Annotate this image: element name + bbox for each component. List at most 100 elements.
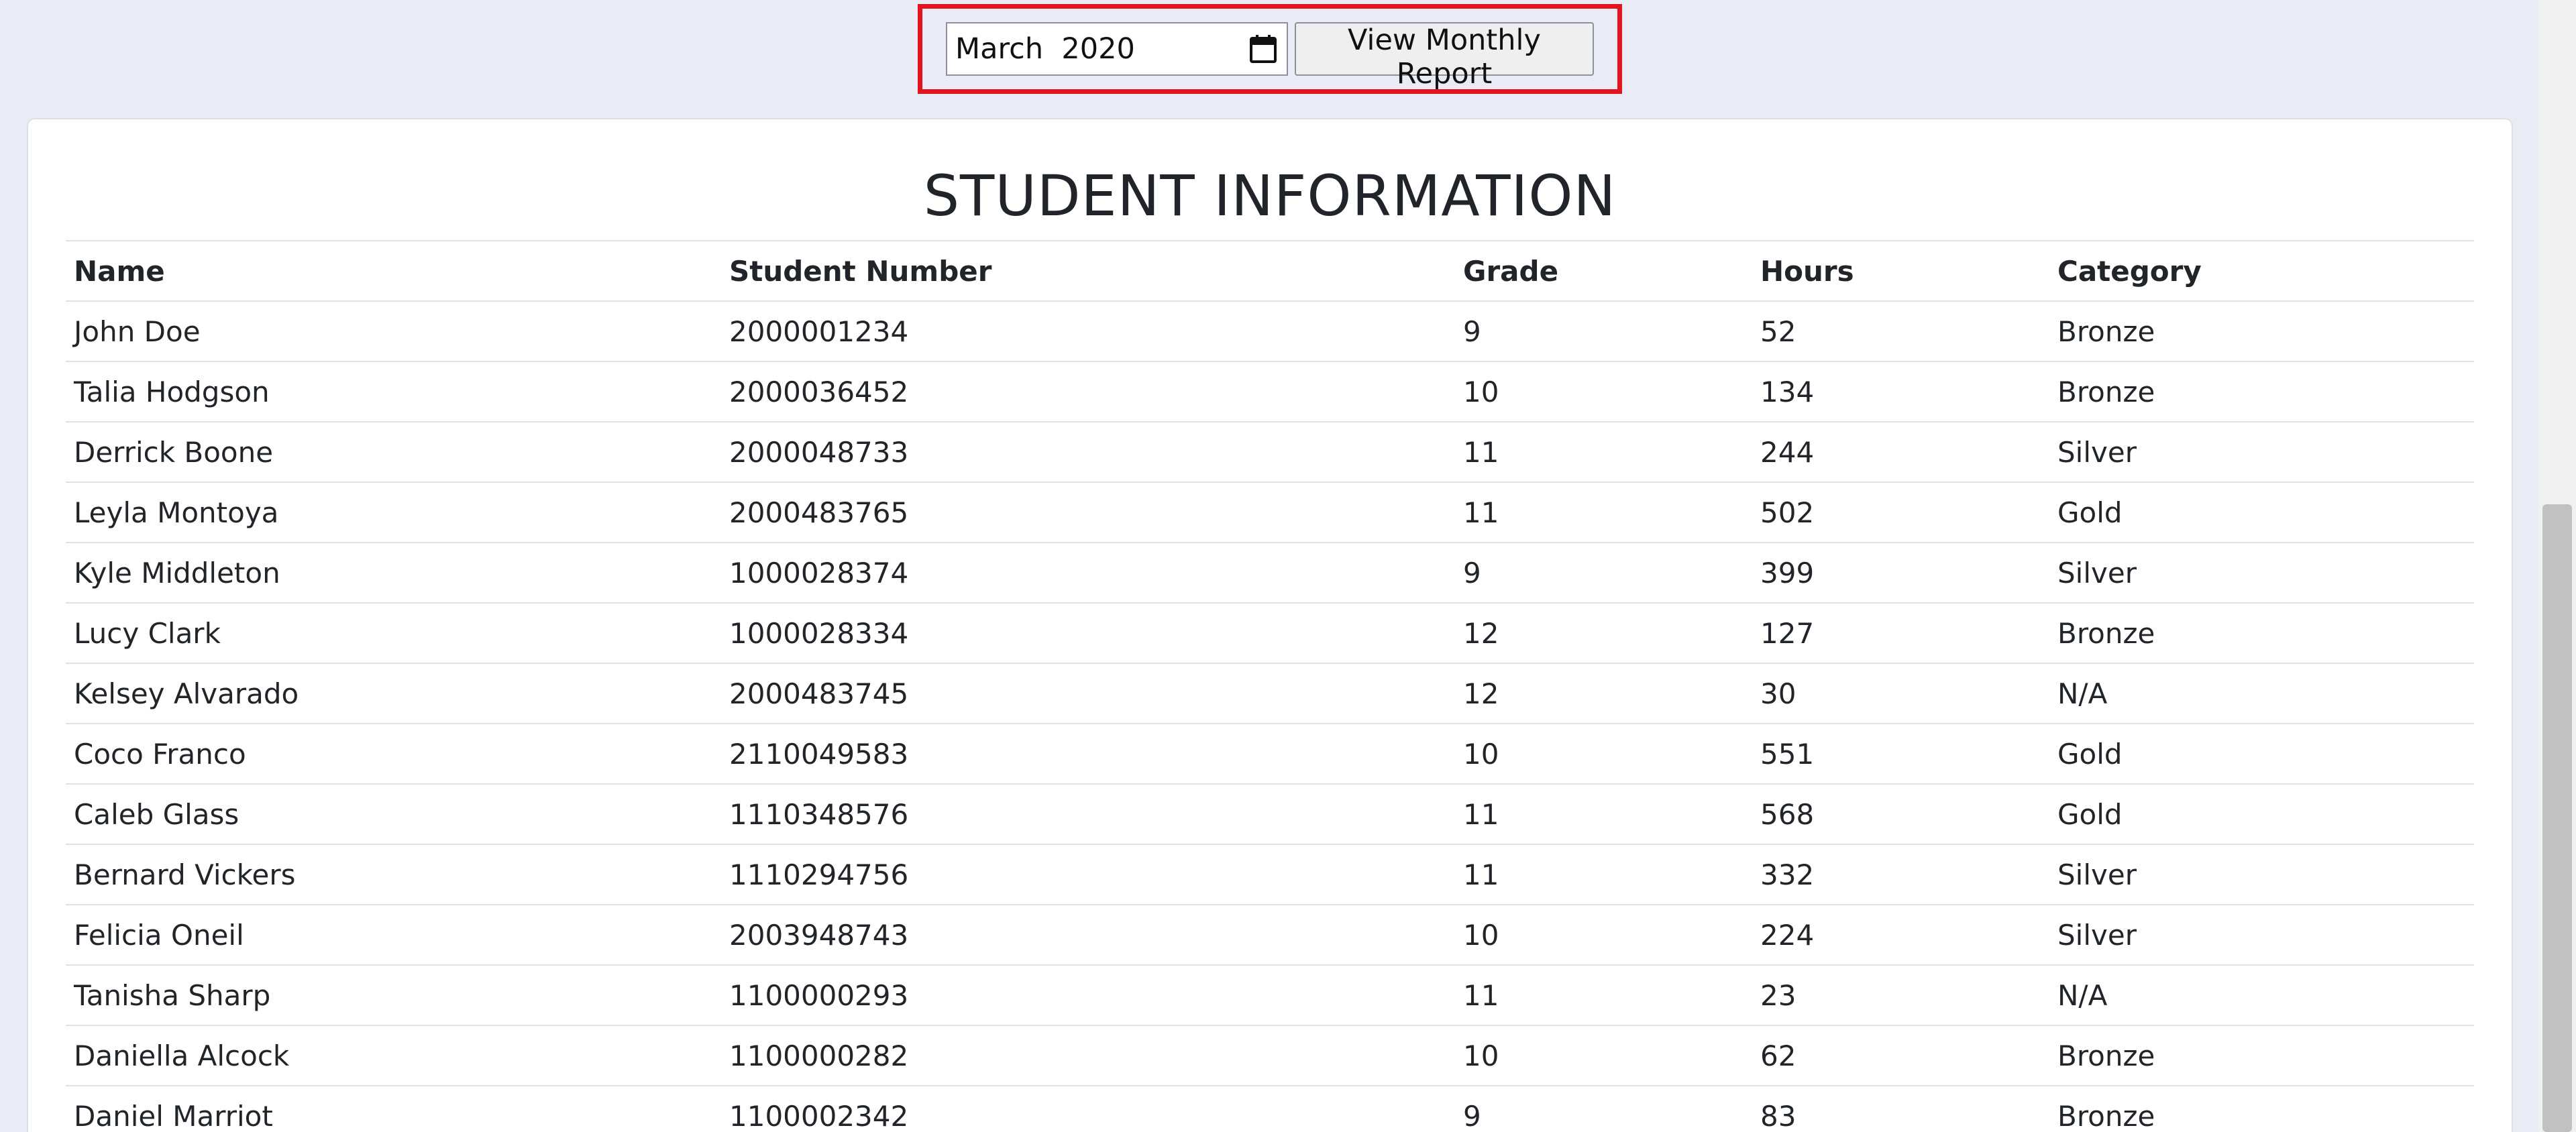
- cell-student-number: 2000048733: [721, 421, 1455, 482]
- table-row: Kelsey Alvarado 2000483745 12 30 N/A: [66, 663, 2474, 724]
- page-title: STUDENT INFORMATION: [923, 163, 1617, 229]
- cell-category: N/A: [2049, 663, 2474, 724]
- cell-grade: 10: [1455, 1025, 1752, 1086]
- cell-hours: 52: [1752, 300, 2049, 361]
- cell-category: Silver: [2049, 542, 2474, 603]
- cell-grade: 11: [1455, 421, 1752, 482]
- vertical-scrollbar[interactable]: [2538, 0, 2576, 1132]
- cell-hours: 62: [1752, 1025, 2049, 1086]
- cell-hours: 332: [1752, 844, 2049, 905]
- calendar-icon[interactable]: [1249, 34, 1277, 64]
- cell-grade: 10: [1455, 904, 1752, 965]
- cell-hours: 134: [1752, 361, 2049, 422]
- cell-student-number: 2110049583: [721, 723, 1455, 784]
- cell-student-number: 2000001234: [721, 300, 1455, 361]
- cell-student-number: 2000483765: [721, 482, 1455, 543]
- scrollbar-thumb[interactable]: [2542, 504, 2572, 1132]
- table-body: John Doe 2000001234 9 52 Bronze Talia Hodgso…: [66, 300, 2474, 1132]
- cell-hours: 127: [1752, 602, 2049, 663]
- cell-grade: 11: [1455, 844, 1752, 905]
- student-information-card: STUDENT INFORMATION Name Student Number …: [27, 118, 2513, 1132]
- cell-student-number: 2000483745: [721, 663, 1455, 724]
- report-controls: March 2020 View Monthly Report: [918, 4, 1622, 94]
- cell-category: Bronze: [2049, 1025, 2474, 1086]
- table-row: Daniella Alcock 1100000282 10 62 Bronze: [66, 1025, 2474, 1086]
- cell-name: Leyla Montoya: [66, 482, 721, 543]
- cell-name: Kelsey Alvarado: [66, 663, 721, 724]
- page: March 2020 View Monthly Report STUDENT I…: [0, 0, 2576, 1132]
- cell-grade: 10: [1455, 723, 1752, 784]
- table-row: Kyle Middleton 1000028374 9 399 Silver: [66, 542, 2474, 603]
- cell-name: Kyle Middleton: [66, 542, 721, 603]
- cell-category: N/A: [2049, 964, 2474, 1025]
- cell-grade: 12: [1455, 663, 1752, 724]
- column-header-category: Category: [2049, 240, 2474, 301]
- table-row: Felicia Oneil 2003948743 10 224 Silver: [66, 904, 2474, 965]
- cell-hours: 502: [1752, 482, 2049, 543]
- cell-category: Bronze: [2049, 1085, 2474, 1132]
- cell-student-number: 1100000293: [721, 964, 1455, 1025]
- month-value: March 2020: [955, 32, 1135, 66]
- cell-category: Gold: [2049, 482, 2474, 543]
- cell-student-number: 2003948743: [721, 904, 1455, 965]
- table-row: Bernard Vickers 1110294756 11 332 Silver: [66, 844, 2474, 905]
- table-row: John Doe 2000001234 9 52 Bronze: [66, 300, 2474, 361]
- cell-student-number: 1110294756: [721, 844, 1455, 905]
- table-row: Talia Hodgson 2000036452 10 134 Bronze: [66, 361, 2474, 422]
- cell-hours: 30: [1752, 663, 2049, 724]
- table-row: Lucy Clark 1000028334 12 127 Bronze: [66, 602, 2474, 663]
- cell-name: Daniel Marriot: [66, 1085, 721, 1132]
- cell-name: Coco Franco: [66, 723, 721, 784]
- view-monthly-report-button[interactable]: View Monthly Report: [1295, 22, 1594, 91]
- cell-hours: 23: [1752, 964, 2049, 1025]
- cell-category: Gold: [2049, 783, 2474, 844]
- cell-grade: 11: [1455, 482, 1752, 543]
- cell-name: Talia Hodgson: [66, 361, 721, 422]
- table-header-row: Name Student Number Grade Hours Category: [66, 240, 2474, 301]
- cell-grade: 12: [1455, 602, 1752, 663]
- cell-hours: 399: [1752, 542, 2049, 603]
- cell-name: Caleb Glass: [66, 783, 721, 844]
- cell-name: Tanisha Sharp: [66, 964, 721, 1025]
- cell-name: John Doe: [66, 300, 721, 361]
- cell-student-number: 2000036452: [721, 361, 1455, 422]
- cell-grade: 9: [1455, 300, 1752, 361]
- column-header-grade: Grade: [1455, 240, 1752, 301]
- table-row: Tanisha Sharp 1100000293 11 23 N/A: [66, 964, 2474, 1025]
- table-row: Caleb Glass 1110348576 11 568 Gold: [66, 783, 2474, 844]
- cell-name: Bernard Vickers: [66, 844, 721, 905]
- cell-grade: 11: [1455, 783, 1752, 844]
- cell-student-number: 1000028374: [721, 542, 1455, 603]
- cell-category: Silver: [2049, 844, 2474, 905]
- cell-name: Derrick Boone: [66, 421, 721, 482]
- cell-hours: 83: [1752, 1085, 2049, 1132]
- table-row: Coco Franco 2110049583 10 551 Gold: [66, 723, 2474, 784]
- table-row: Leyla Montoya 2000483765 11 502 Gold: [66, 482, 2474, 543]
- cell-hours: 568: [1752, 783, 2049, 844]
- cell-category: Bronze: [2049, 300, 2474, 361]
- cell-name: Felicia Oneil: [66, 904, 721, 965]
- cell-category: Silver: [2049, 421, 2474, 482]
- cell-hours: 244: [1752, 421, 2049, 482]
- cell-student-number: 1000028334: [721, 602, 1455, 663]
- column-header-name: Name: [66, 240, 721, 301]
- cell-grade: 11: [1455, 964, 1752, 1025]
- cell-student-number: 1100002342: [721, 1085, 1455, 1132]
- table-row: Daniel Marriot 1100002342 9 83 Bronze: [66, 1085, 2474, 1132]
- cell-category: Bronze: [2049, 602, 2474, 663]
- cell-student-number: 1100000282: [721, 1025, 1455, 1086]
- cell-grade: 10: [1455, 361, 1752, 422]
- column-header-student-number: Student Number: [721, 240, 1455, 301]
- cell-category: Silver: [2049, 904, 2474, 965]
- cell-hours: 224: [1752, 904, 2049, 965]
- cell-student-number: 1110348576: [721, 783, 1455, 844]
- month-input[interactable]: March 2020: [946, 22, 1288, 76]
- cell-category: Gold: [2049, 723, 2474, 784]
- cell-grade: 9: [1455, 542, 1752, 603]
- cell-name: Daniella Alcock: [66, 1025, 721, 1086]
- student-table: Name Student Number Grade Hours Category…: [66, 240, 2474, 1132]
- column-header-hours: Hours: [1752, 240, 2049, 301]
- table-row: Derrick Boone 2000048733 11 244 Silver: [66, 421, 2474, 482]
- cell-name: Lucy Clark: [66, 602, 721, 663]
- cell-category: Bronze: [2049, 361, 2474, 422]
